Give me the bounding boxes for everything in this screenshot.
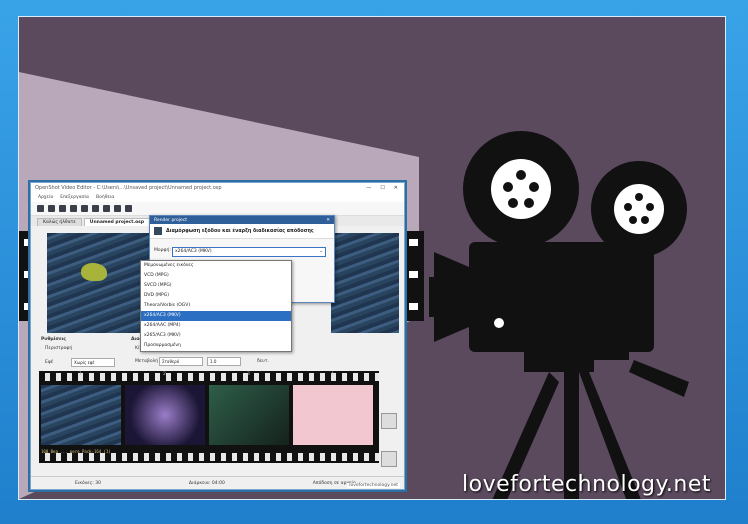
open-folder-icon[interactable] <box>48 205 55 212</box>
thumbnail-caption: 100 Bea ... pere Pack-164 (1) <box>41 449 111 454</box>
dialog-close-icon[interactable]: ✕ <box>326 218 334 223</box>
size-label: Μεταβολή <box>135 359 159 364</box>
outer-frame: lovefortechnology.net OpenShot Video Edi… <box>0 0 748 524</box>
format-option[interactable]: DVD (MPG) <box>141 291 291 301</box>
render-icon[interactable] <box>125 205 132 212</box>
format-option[interactable]: x264/AAC (MP4) <box>141 321 291 331</box>
remove-image-button[interactable] <box>381 451 397 467</box>
thumbnail-2[interactable] <box>125 385 205 445</box>
format-option[interactable]: x265/AC3 (MKV) <box>141 331 291 341</box>
movie-camera-icon <box>429 131 689 499</box>
size-input[interactable]: 1.0 <box>207 357 241 366</box>
add-image-button[interactable] <box>381 413 397 429</box>
new-project-icon[interactable] <box>37 205 44 212</box>
music-icon[interactable] <box>103 205 110 212</box>
film-strip: 1 2 3 4 100 Bea ... pere Pack-164 (1) <box>39 371 379 463</box>
effect-select[interactable]: Χωρίς εφέ <box>71 358 115 367</box>
monitor-icon[interactable] <box>92 205 99 212</box>
dialog-title: Render project <box>154 217 188 223</box>
format-value: x264/AC3 (MKV) <box>175 249 212 254</box>
tab-project[interactable]: Unnamed project.osp <box>83 218 151 226</box>
format-option[interactable]: Μεμονωμένες εικόνες <box>141 261 291 271</box>
list-icon[interactable] <box>81 205 88 212</box>
minimize-icon[interactable]: — <box>366 185 371 191</box>
thumbnail-3[interactable] <box>209 385 289 445</box>
format-option[interactable]: x264/AC3 (MKV) <box>141 311 291 321</box>
format-option[interactable]: Theora/Vorbis (OGV) <box>141 301 291 311</box>
status-images: Εικόνες: 30 <box>74 480 101 486</box>
frame-number-1: 1 <box>79 372 82 377</box>
site-brand: lovefortechnology.net <box>462 472 711 497</box>
thumbnail-4[interactable] <box>293 385 373 445</box>
rotation-label: Περιστροφή <box>45 346 73 351</box>
preview-image-right <box>331 233 399 333</box>
format-dropdown-list: Μεμονωμένες εικόνες VCD (MPG) SVCD (MPG) DV… <box>140 260 292 352</box>
maximize-icon[interactable]: ☐ <box>380 185 384 191</box>
chevron-down-icon: ⌄ <box>319 249 323 254</box>
save-icon[interactable] <box>59 205 66 212</box>
toolbar <box>31 202 404 216</box>
title-bar: OpenShot Video Editor - C:\Users\...\Uns… <box>31 183 404 193</box>
dialog-header: Διαμόρφωση εξόδου και έναρξη διαδικασίας… <box>150 224 334 239</box>
thumbnail-1[interactable] <box>41 385 121 445</box>
status-duration: Διάρκεια: 04:00 <box>188 480 225 486</box>
size-select[interactable]: Σταθερό <box>159 357 203 366</box>
effect-label: Εφέ <box>45 360 54 365</box>
menu-file[interactable]: Αρχείο <box>38 195 53 200</box>
frame-number-4: 4 <box>331 372 334 377</box>
format-option[interactable]: SVCD (MPG) <box>141 281 291 291</box>
watermark: lovefortechnology.net <box>347 483 400 488</box>
format-option[interactable]: VCD (MPG) <box>141 271 291 281</box>
tab-welcome[interactable]: Καλώς ήλθατε <box>37 218 82 226</box>
frame-number-2: 2 <box>163 372 166 377</box>
menu-bar: Αρχείο Επεξεργασία Βοήθεια <box>31 193 404 202</box>
settings-icon[interactable] <box>114 205 121 212</box>
document-icon[interactable] <box>70 205 77 212</box>
window-title: OpenShot Video Editor - C:\Users\...\Uns… <box>35 185 222 191</box>
film-strip-edge-right <box>404 231 424 321</box>
format-label: Μορφή: <box>154 248 171 253</box>
format-combo[interactable]: x264/AC3 (MKV) ⌄ <box>172 247 326 257</box>
frame-number-3: 3 <box>247 372 250 377</box>
format-option[interactable]: Προσαρμοσμένη <box>141 341 291 351</box>
render-icon <box>154 227 162 235</box>
menu-help[interactable]: Βοήθεια <box>96 195 114 200</box>
menu-edit[interactable]: Επεξεργασία <box>60 195 89 200</box>
seconds-label: δευτ. <box>257 359 269 364</box>
dialog-header-text: Διαμόρφωση εξόδου και έναρξη διαδικασίας… <box>166 228 314 234</box>
settings-header: Ρυθμίσεις <box>41 337 66 342</box>
preview-image <box>47 233 149 333</box>
dialog-title-bar: Render project ✕ <box>150 216 334 224</box>
close-icon[interactable]: ✕ <box>394 185 398 191</box>
